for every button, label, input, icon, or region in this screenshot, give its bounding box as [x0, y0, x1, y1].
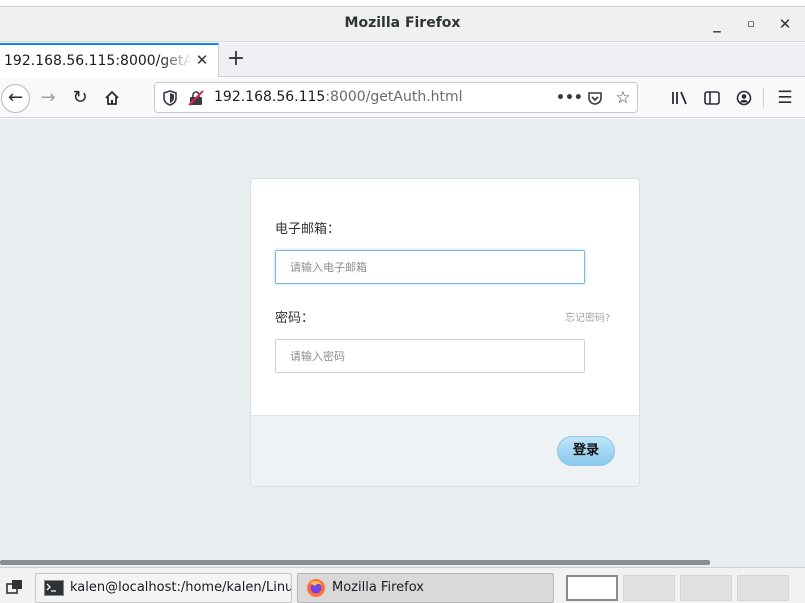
taskbar-item-firefox[interactable]: Mozilla Firefox — [297, 573, 554, 603]
tab-bar: 192.168.56.115:8000/getAuth.html ✕ + — [0, 43, 805, 77]
top-panel-strip — [0, 0, 805, 7]
nav-bar: ← → ↻ 192.168.56.115:8000/getAuth.html •… — [0, 78, 805, 118]
taskbar: kalen@localhost:/home/kalen/Linu... Mozi… — [0, 567, 805, 603]
login-card: 电子邮箱： 密码： 忘记密码? 登录 — [250, 178, 640, 487]
horizontal-scrollbar[interactable] — [0, 557, 805, 567]
card-footer: 登录 — [251, 415, 639, 486]
workspace-3[interactable] — [680, 575, 732, 601]
account-icon[interactable] — [732, 86, 756, 110]
new-tab-icon[interactable]: + — [225, 46, 247, 74]
workspace-2[interactable] — [623, 575, 675, 601]
workspace-1[interactable] — [566, 575, 618, 601]
back-icon[interactable]: ← — [1, 84, 30, 113]
page-content: 电子邮箱： 密码： 忘记密码? 登录 — [0, 119, 805, 557]
library-icon[interactable] — [668, 86, 692, 110]
forward-icon[interactable]: → — [34, 84, 62, 112]
url-text[interactable]: 192.168.56.115:8000/getAuth.html — [214, 89, 463, 105]
password-label: 密码： — [275, 311, 315, 326]
terminal-icon — [44, 580, 64, 596]
home-icon[interactable] — [98, 84, 126, 112]
window-titlebar: Mozilla Firefox _ ▫ ✕ — [0, 0, 805, 42]
tracking-shield-icon[interactable] — [161, 88, 179, 108]
email-field[interactable] — [275, 250, 585, 284]
show-desktop-icon[interactable] — [4, 578, 26, 596]
sidebar-icon[interactable] — [700, 86, 724, 110]
email-label: 电子邮箱： — [275, 222, 341, 237]
tab-close-icon[interactable]: ✕ — [193, 50, 211, 70]
forgot-password-link[interactable]: 忘记密码? — [565, 309, 610, 324]
reload-icon[interactable]: ↻ — [66, 84, 94, 112]
url-bar[interactable]: 192.168.56.115:8000/getAuth.html ••• ☆ — [154, 82, 638, 113]
taskbar-item-label: kalen@localhost:/home/kalen/Linu... — [70, 580, 292, 595]
workspace-4[interactable] — [737, 575, 789, 601]
login-button[interactable]: 登录 — [557, 436, 615, 466]
password-field[interactable] — [275, 339, 585, 373]
menu-icon[interactable]: ☰ — [773, 86, 797, 110]
bookmark-star-icon[interactable]: ☆ — [612, 87, 634, 109]
scrollbar-thumb[interactable] — [0, 560, 710, 565]
tab-getauth[interactable]: 192.168.56.115:8000/getAuth.html ✕ — [0, 43, 219, 77]
pocket-icon[interactable] — [584, 87, 606, 109]
close-icon[interactable]: ✕ — [773, 13, 797, 37]
minimize-icon[interactable]: _ — [705, 13, 729, 37]
insecure-lock-icon[interactable] — [188, 90, 204, 106]
maximize-icon[interactable]: ▫ — [739, 13, 763, 37]
taskbar-item-label: Mozilla Firefox — [332, 580, 424, 595]
firefox-icon — [307, 579, 325, 597]
window-title: Mozilla Firefox — [344, 15, 461, 31]
page-actions-icon[interactable]: ••• — [556, 87, 583, 109]
taskbar-item-terminal[interactable]: kalen@localhost:/home/kalen/Linu... — [35, 573, 292, 603]
